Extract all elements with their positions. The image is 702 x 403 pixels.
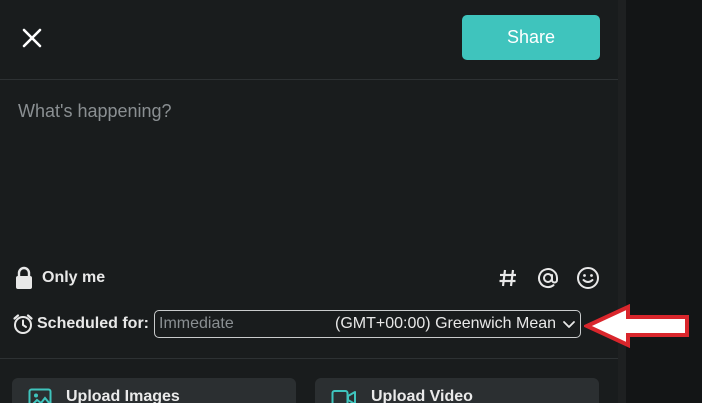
post-composer-input[interactable] (0, 81, 618, 251)
video-icon (331, 390, 356, 403)
compose-modal: Share Only me (0, 0, 618, 403)
emoji-button[interactable] (574, 264, 602, 292)
privacy-selector[interactable]: Only me (14, 264, 105, 292)
upload-video-label: Upload Video (371, 388, 473, 403)
hashtag-icon (499, 269, 516, 287)
hashtag-button[interactable] (494, 264, 522, 292)
privacy-label: Only me (42, 269, 106, 286)
upload-video-button[interactable]: Upload Video (315, 378, 599, 403)
lock-icon (16, 266, 32, 289)
upload-images-label: Upload Images (66, 388, 180, 403)
composer-tools (494, 264, 602, 292)
red-arrow-left-icon (584, 304, 689, 348)
timezone-select[interactable]: (GMT+00:00) Greenwich Mean (335, 311, 576, 337)
footer-divider (0, 358, 618, 359)
modal-header: Share (0, 0, 618, 80)
share-button[interactable]: Share (462, 15, 600, 60)
close-button[interactable] (18, 24, 46, 52)
emoji-icon (577, 267, 599, 289)
image-icon (28, 388, 52, 403)
mention-button[interactable] (534, 264, 562, 292)
at-mention-icon (538, 268, 558, 289)
screen: Share Only me (0, 0, 702, 403)
schedule-row: Scheduled for: (GMT+00:00) Greenwich Mea… (12, 310, 582, 338)
schedule-label: Scheduled for: (37, 315, 150, 332)
schedule-field: (GMT+00:00) Greenwich Mean (154, 310, 582, 338)
chevron-down-icon (563, 321, 575, 328)
upload-images-button[interactable]: Upload Images (12, 378, 296, 403)
schedule-datetime-input[interactable] (155, 311, 306, 337)
timezone-value: (GMT+00:00) Greenwich Mean (335, 315, 557, 332)
alarm-clock-icon (13, 314, 33, 334)
close-icon (22, 28, 42, 48)
